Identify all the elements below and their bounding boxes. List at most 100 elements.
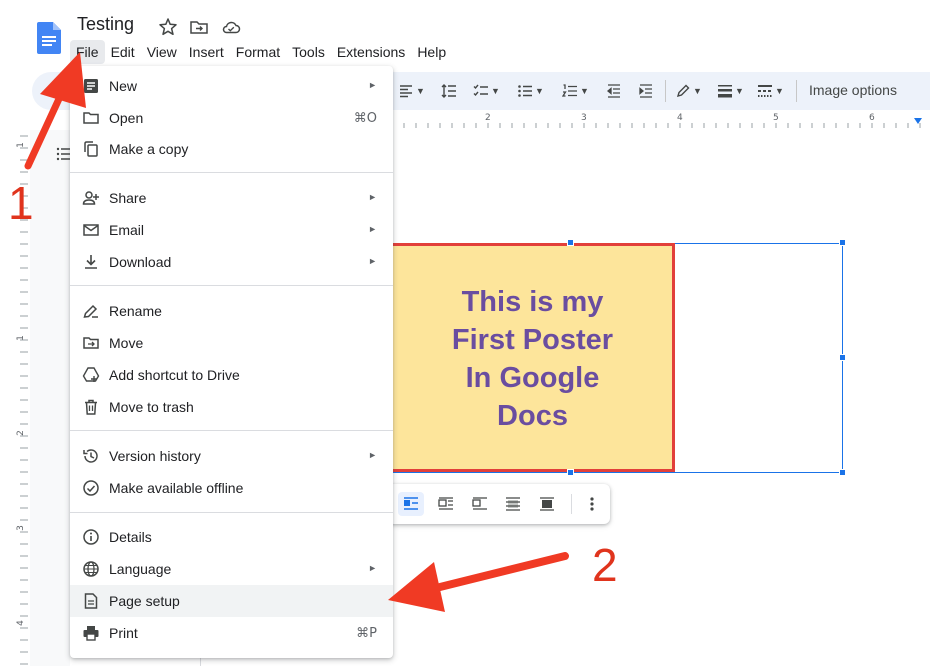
numbered-list-icon — [562, 84, 577, 97]
move-to-folder-icon[interactable] — [189, 17, 209, 37]
break-text-icon — [472, 497, 487, 510]
menu-edit[interactable]: Edit — [105, 40, 141, 64]
menu-separator — [70, 285, 393, 286]
menu-item-language[interactable]: Language ► — [70, 553, 393, 585]
file-menu-dropdown: New ► Open ⌘O Make a copy Share ► Email … — [70, 66, 393, 658]
globe-icon — [83, 561, 99, 577]
break-text-button[interactable] — [467, 492, 493, 516]
history-icon — [83, 449, 98, 463]
menu-item-details[interactable]: Details — [70, 521, 393, 553]
ruler-label: 3 — [15, 525, 26, 531]
menu-item-label: Details — [109, 529, 152, 545]
menu-extensions[interactable]: Extensions — [331, 40, 411, 64]
menu-item-move-to-trash[interactable]: Move to trash — [70, 391, 393, 423]
menu-file[interactable]: File — [70, 40, 105, 64]
resize-handle-top-right[interactable] — [839, 239, 846, 246]
menu-insert[interactable]: Insert — [183, 40, 230, 64]
line-spacing-button[interactable] — [441, 80, 457, 102]
ruler-label: 4 — [677, 113, 683, 123]
menu-view[interactable]: View — [141, 40, 183, 64]
wrap-text-button[interactable] — [433, 492, 459, 516]
print-icon — [83, 626, 99, 641]
resize-handle-top[interactable] — [567, 239, 574, 246]
menu-help[interactable]: Help — [411, 40, 452, 64]
menu-item-add-shortcut[interactable]: Add shortcut to Drive — [70, 359, 393, 391]
in-line-wrap-button[interactable] — [398, 492, 424, 516]
numbered-list-dropdown[interactable]: ▼ — [562, 80, 589, 102]
horizontal-ruler[interactable] — [392, 112, 930, 130]
menu-item-print[interactable]: Print ⌘P — [70, 617, 393, 649]
decrease-indent-icon — [606, 84, 620, 98]
add-person-icon — [82, 191, 99, 205]
image-options-button[interactable]: Image options — [809, 82, 897, 98]
menu-item-label: New — [109, 78, 138, 94]
submenu-arrow-icon: ► — [368, 450, 377, 460]
menu-separator — [70, 430, 393, 431]
menu-separator — [70, 512, 393, 513]
menu-item-make-available-offline[interactable]: Make available offline — [70, 472, 393, 504]
border-dash-icon — [758, 85, 772, 97]
menu-item-email[interactable]: Email ► — [70, 214, 393, 246]
bulleted-list-dropdown[interactable]: ▼ — [517, 80, 544, 102]
move-folder-icon — [83, 337, 99, 349]
menu-item-page-setup[interactable]: Page setup — [70, 585, 393, 617]
behind-text-button[interactable] — [500, 492, 526, 516]
menu-item-label: Page setup — [109, 593, 180, 609]
border-dash-dropdown[interactable]: ▼ — [757, 80, 784, 102]
resize-handle-bottom-right[interactable] — [839, 469, 846, 476]
menu-item-download[interactable]: Download ► — [70, 246, 393, 278]
info-icon — [83, 529, 99, 545]
poster-line: In Google — [465, 361, 600, 394]
resize-handle-right[interactable] — [839, 354, 846, 361]
menu-item-share[interactable]: Share ► — [70, 182, 393, 214]
in-front-of-text-button[interactable] — [534, 492, 560, 516]
poster-line: First Poster — [451, 323, 614, 356]
increase-indent-icon — [639, 84, 652, 98]
toolbar-divider — [796, 80, 797, 102]
resize-handle-bottom[interactable] — [567, 469, 574, 476]
menu-tools[interactable]: Tools — [286, 40, 331, 64]
copy-icon — [84, 141, 98, 157]
menu-item-rename[interactable]: Rename — [70, 295, 393, 327]
ruler-label: 3 — [581, 113, 587, 123]
border-color-dropdown[interactable]: ▼ — [675, 80, 702, 102]
menu-format[interactable]: Format — [230, 40, 286, 64]
google-docs-logo-icon[interactable] — [37, 22, 61, 54]
border-weight-icon — [718, 85, 732, 98]
decrease-indent-button[interactable] — [606, 80, 622, 102]
menu-item-label: Move — [109, 335, 144, 351]
more-options-button[interactable] — [579, 492, 605, 516]
menu-bar: File Edit View Insert Format Tools Exten… — [70, 40, 452, 64]
checklist-dropdown[interactable]: ▼ — [473, 80, 500, 102]
menu-item-label: Make a copy — [109, 141, 189, 157]
menu-item-make-a-copy[interactable]: Make a copy — [70, 133, 393, 165]
align-dropdown[interactable]: ▼ — [398, 80, 425, 102]
poster-line: Docs — [497, 399, 568, 432]
menu-item-version-history[interactable]: Version history ► — [70, 440, 393, 472]
line-spacing-icon — [441, 84, 456, 98]
menu-item-label: Open — [109, 110, 144, 126]
document-title[interactable]: Testing — [77, 14, 134, 35]
behind-text-icon — [506, 497, 520, 511]
menu-item-new[interactable]: New ► — [70, 70, 393, 102]
star-icon[interactable] — [158, 17, 178, 37]
cloud-status-icon[interactable] — [221, 17, 241, 37]
ruler-label: 1 — [15, 335, 26, 341]
menu-item-label: Language — [109, 561, 172, 577]
right-indent-marker-icon[interactable] — [914, 118, 922, 124]
arrow-to-page-setup-icon — [388, 552, 569, 612]
shortcut-label: ⌘P — [356, 626, 377, 641]
submenu-arrow-icon: ► — [368, 563, 377, 573]
menu-item-label: Move to trash — [109, 399, 194, 415]
menu-item-move[interactable]: Move — [70, 327, 393, 359]
menu-item-label: Add shortcut to Drive — [109, 367, 240, 383]
menu-item-label: Email — [109, 222, 145, 238]
increase-indent-button[interactable] — [638, 80, 654, 102]
page-setup-icon — [84, 593, 98, 609]
menu-item-label: Share — [109, 190, 147, 206]
checklist-icon — [473, 84, 488, 97]
border-weight-dropdown[interactable]: ▼ — [717, 80, 744, 102]
trash-icon — [85, 399, 97, 415]
menu-item-open[interactable]: Open ⌘O — [70, 102, 393, 134]
menu-item-label: Make available offline — [109, 480, 244, 496]
